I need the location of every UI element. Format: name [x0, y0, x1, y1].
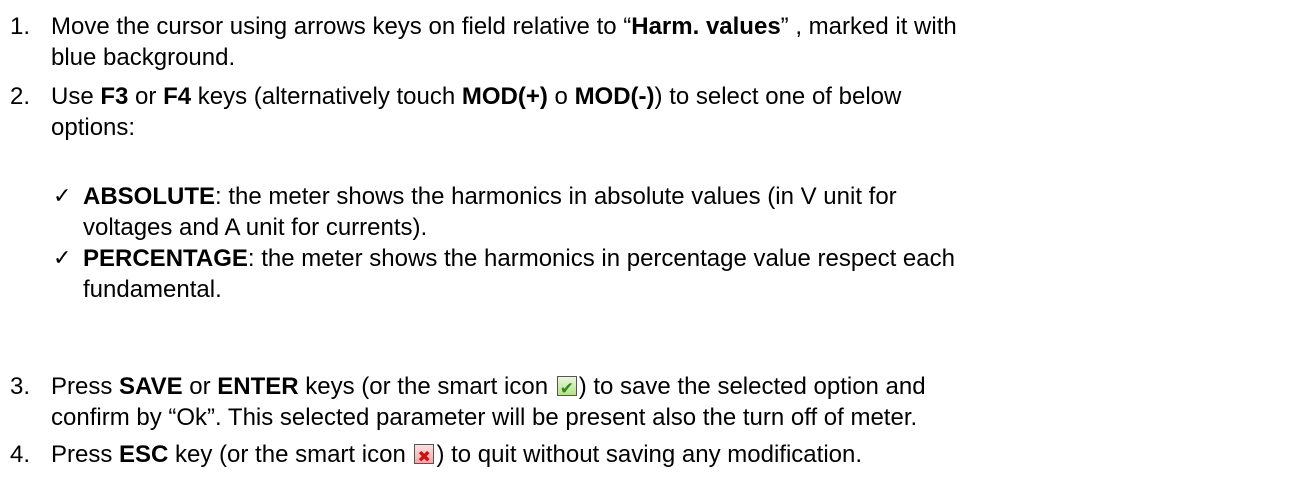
emphasis-text: MOD(-)	[574, 83, 655, 110]
step-number: 2.	[10, 83, 31, 110]
confirm-check-icon	[556, 376, 577, 396]
option-text-line: ABSOLUTE: the meter shows the harmonics …	[83, 183, 897, 210]
emphasis-text: SAVE	[119, 373, 183, 400]
option-text-line: PERCENTAGE: the meter shows the harmonic…	[83, 245, 955, 272]
checkmark-icon: ✓	[53, 246, 72, 271]
step-text-line: confirm by “Ok”. This selected parameter…	[51, 404, 918, 431]
checkmark-icon: ✓	[53, 184, 72, 209]
step-text-line: blue background.	[51, 44, 236, 71]
step-number: 1.	[10, 13, 31, 40]
emphasis-text: F4	[163, 83, 192, 110]
emphasis-text: Harm. values	[631, 13, 781, 40]
emphasis-text: MOD(+)	[461, 83, 548, 110]
step-text-line: Press ESC key (or the smart icon ) to qu…	[51, 440, 862, 470]
cancel-x-icon	[414, 444, 435, 464]
step-text-line: Move the cursor using arrows keys on fie…	[51, 13, 957, 40]
step-number: 3.	[10, 373, 31, 400]
step-text-line: options:	[51, 114, 136, 141]
option-text-line: voltages and A unit for currents).	[83, 214, 428, 241]
step-number: 4.	[10, 441, 31, 468]
option-term: ABSOLUTE	[83, 183, 215, 210]
emphasis-text: ENTER	[217, 373, 299, 400]
emphasis-text: ESC	[119, 441, 169, 468]
option-text-line: fundamental.	[83, 276, 222, 303]
step-text-line: Use F3 or F4 keys (alternatively touch M…	[51, 83, 902, 110]
step-text-line: Press SAVE or ENTER keys (or the smart i…	[51, 372, 926, 402]
option-term: PERCENTAGE	[83, 245, 248, 272]
emphasis-text: F3	[100, 83, 129, 110]
